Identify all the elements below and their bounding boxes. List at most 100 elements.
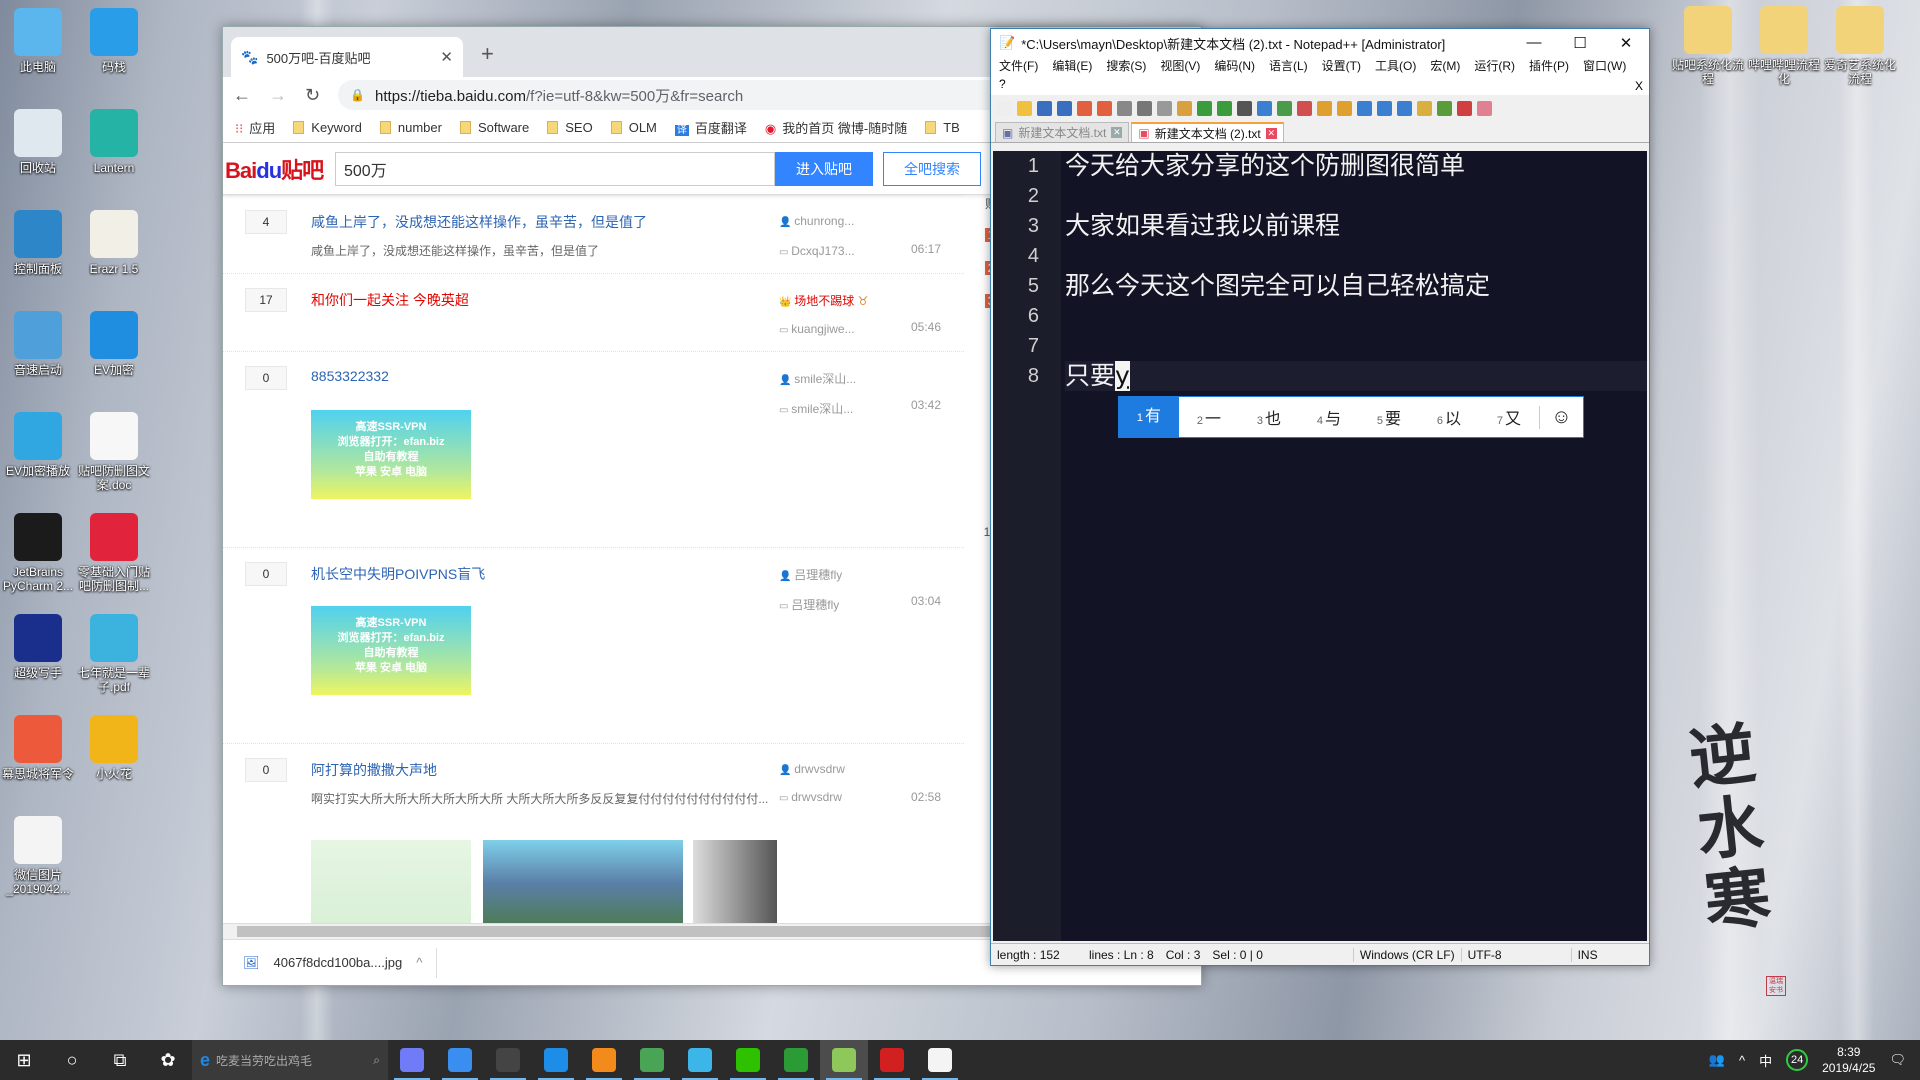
forward-icon[interactable]: → (269, 85, 287, 106)
doraemon-image[interactable] (311, 840, 471, 925)
menu-item[interactable]: 设置(T) (1322, 57, 1361, 77)
maximize-button[interactable]: ☐ (1557, 34, 1603, 52)
action-center-icon[interactable]: 🗨 (1889, 1052, 1906, 1068)
enter-tieba-button[interactable]: 进入贴吧 (775, 151, 873, 186)
thread-title-link[interactable]: 咸鱼上岸了，没成想还能这样操作，虽辛苦，但是值了 (311, 212, 647, 232)
bookmark-folder[interactable]: Software (459, 120, 529, 135)
bookmark-folder[interactable]: OLM (610, 120, 657, 135)
minimize-button[interactable]: — (1511, 34, 1557, 52)
text-area[interactable]: 今天给大家分享的这个防删图很简单 大家如果看过我以前课程 那么今天这个图完全可以自己… (1061, 151, 1647, 941)
taskbar-app[interactable] (820, 1040, 868, 1080)
thread-title-link[interactable]: 和你们一起关注 今晚英超 (311, 290, 469, 310)
menu-help[interactable]: ? (999, 77, 1006, 91)
thread-title-link[interactable]: 8853322332 (311, 368, 389, 384)
desktop-icon[interactable]: 超级写手 (0, 614, 76, 680)
bookmark-weibo[interactable]: ◉ 我的首页 微博-随时随 (765, 118, 907, 137)
taskbar-app[interactable] (868, 1040, 916, 1080)
desktop-icon[interactable]: 零基础入门贴吧防删图制... (76, 513, 152, 593)
word-wrap-icon[interactable] (1357, 100, 1372, 116)
taskbar-app[interactable] (916, 1040, 964, 1080)
notification-badge[interactable]: 24 (1786, 1049, 1809, 1071)
tieba-search-input[interactable]: 500万 (335, 151, 775, 186)
taskbar-search[interactable]: e 吃麦当劳吃出鸡毛 ⌕ (192, 1040, 388, 1080)
ime-candidate[interactable]: 5要 (1359, 405, 1419, 429)
desktop-icon[interactable]: 哔哩哔哩流程化 (1746, 6, 1822, 86)
horizontal-scrollbar[interactable] (223, 923, 992, 939)
zoom-in-icon[interactable] (1277, 100, 1292, 116)
desktop-icon[interactable]: 贴吧防删图文案.doc (76, 412, 152, 492)
sync-v-icon[interactable] (1317, 100, 1332, 116)
taskbar-app[interactable] (676, 1040, 724, 1080)
emoji-icon[interactable]: ☺ (1539, 405, 1583, 429)
show-hidden-icons[interactable]: ^ (1739, 1053, 1745, 1068)
desktop-icon[interactable]: Lantern (76, 109, 152, 175)
thread-author[interactable]: 👤 吕理穗fly (779, 566, 842, 583)
desktop-icon[interactable]: 爱奇艺系统化流程 (1822, 6, 1898, 86)
desktop-icon[interactable]: 微信图片_2019042... (0, 816, 76, 896)
clock[interactable]: 8:39 2019/4/25 (1822, 1044, 1875, 1076)
close-tab-icon[interactable]: ✕ (440, 48, 453, 66)
pinwheel-app-icon[interactable]: ✿ (144, 1040, 192, 1080)
browser-tab[interactable]: 🐾 500万吧-百度贴吧 ✕ (231, 37, 463, 77)
ime-candidate[interactable]: 6以 (1419, 405, 1479, 429)
menu-item[interactable]: 搜索(S) (1106, 57, 1146, 77)
taskbar-app[interactable] (772, 1040, 820, 1080)
bookmark-folder[interactable]: SEO (547, 120, 593, 135)
desktop-icon[interactable]: 幕思城将军令 (0, 715, 76, 781)
taskbar-app[interactable] (388, 1040, 436, 1080)
undo-icon[interactable] (1197, 100, 1212, 116)
back-icon[interactable]: ← (233, 85, 251, 106)
scrollbar-thumb[interactable] (237, 926, 992, 937)
print-icon[interactable] (1117, 100, 1132, 116)
task-view-button[interactable]: ⧉ (96, 1040, 144, 1080)
search-all-button[interactable]: 全吧搜索 (883, 151, 981, 186)
close-tab-icon[interactable]: ✕ (1265, 127, 1277, 139)
menu-item[interactable]: 工具(O) (1375, 57, 1416, 77)
close-icon[interactable] (1077, 100, 1092, 116)
desktop-icon[interactable]: 音速启动 (0, 311, 76, 377)
tieba-logo[interactable]: Baidu贴吧 (223, 153, 335, 185)
redo-icon[interactable] (1217, 100, 1232, 116)
close-all-icon[interactable] (1097, 100, 1112, 116)
find-icon[interactable] (1237, 100, 1252, 116)
menu-item[interactable]: 编码(N) (1214, 57, 1255, 77)
thread-author[interactable]: 👑 场地不踢球 ♉ (779, 292, 868, 309)
close-button[interactable]: ✕ (1603, 34, 1649, 52)
desktop-icon[interactable]: 回收站 (0, 109, 76, 175)
save-icon[interactable] (1037, 100, 1052, 116)
start-button[interactable]: ⊞ (0, 1040, 48, 1080)
close-document-button[interactable]: X (1635, 79, 1643, 93)
save-all-icon[interactable] (1057, 100, 1072, 116)
ad-image[interactable]: 高速SSR-VPN 浏览器打开：efan.biz 自助有教程 苹果 安卓 电脑 (311, 410, 471, 499)
lake-landscape-image[interactable] (483, 840, 683, 925)
function-list-icon[interactable] (1437, 100, 1452, 116)
text-line[interactable] (1065, 301, 1647, 331)
desktop-icon[interactable]: EV加密播放 (0, 412, 76, 478)
menu-item[interactable]: 窗口(W) (1583, 57, 1626, 77)
download-filename[interactable]: 4067f8dcd100ba....jpg (274, 955, 403, 970)
menu-item[interactable]: 插件(P) (1529, 57, 1569, 77)
reload-icon[interactable]: ↻ (305, 85, 320, 106)
folder-workspace-icon[interactable] (1457, 100, 1472, 116)
ime-candidate[interactable]: 1有 (1119, 397, 1179, 437)
taskbar-app[interactable] (436, 1040, 484, 1080)
replace-icon[interactable] (1257, 100, 1272, 116)
menu-item[interactable]: 运行(R) (1474, 57, 1515, 77)
text-line[interactable] (1065, 181, 1647, 211)
desktop-icon[interactable]: Erazr 1.5 (76, 210, 152, 276)
new-file-icon[interactable] (997, 100, 1012, 116)
bookmark-translate[interactable]: 译百度翻译 (674, 118, 747, 137)
taskbar-app[interactable] (484, 1040, 532, 1080)
thread-author[interactable]: 👤 chunrong... (779, 214, 854, 228)
zoom-out-icon[interactable] (1297, 100, 1312, 116)
text-line[interactable]: 大家如果看过我以前课程 (1065, 211, 1647, 241)
sync-h-icon[interactable] (1337, 100, 1352, 116)
last-reply-user[interactable]: ▭ DcxqJ173... (779, 244, 855, 258)
menu-item[interactable]: 语言(L) (1269, 57, 1308, 77)
last-reply-user[interactable]: ▭ drwvsdrw (779, 790, 842, 804)
thread-author[interactable]: 👤 drwvsdrw (779, 762, 845, 776)
desktop-icon[interactable]: 小火花 (76, 715, 152, 781)
text-line[interactable] (1065, 331, 1647, 361)
desktop-icon[interactable]: 七年就是一辈子.pdf (76, 614, 152, 694)
taskbar-app[interactable] (580, 1040, 628, 1080)
